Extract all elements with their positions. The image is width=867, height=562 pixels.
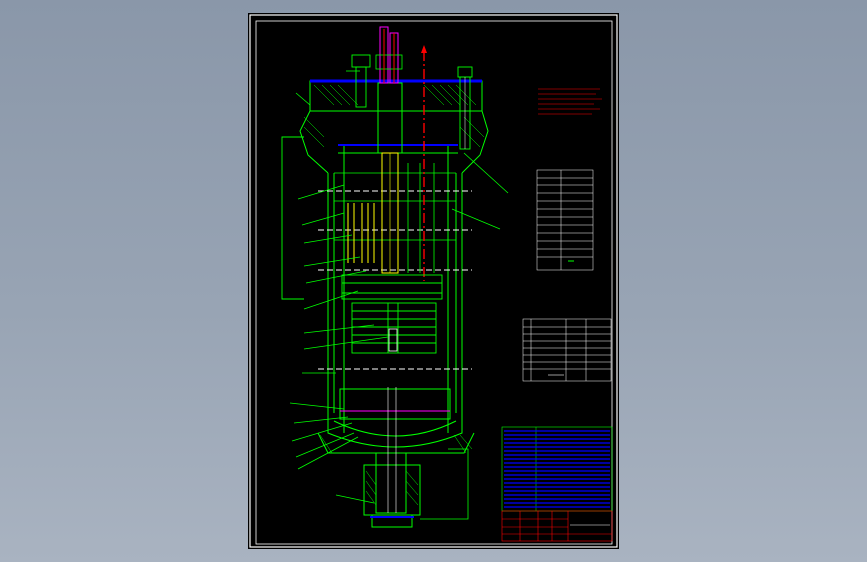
nozzle-table — [536, 169, 594, 271]
bottom-nozzle — [363, 387, 421, 528]
technical-notes — [538, 88, 602, 115]
drawing-sheet — [248, 13, 619, 549]
bill-of-materials — [501, 426, 613, 512]
inner-tubes — [347, 203, 375, 263]
tray-lines — [318, 190, 472, 370]
title-block — [501, 510, 613, 542]
flange-bolts — [351, 54, 473, 150]
cad-assembly-drawing — [249, 14, 618, 548]
central-shaft — [375, 26, 403, 274]
assembly-section — [281, 26, 509, 528]
design-data-table — [522, 318, 612, 382]
left-bracket — [281, 136, 304, 300]
